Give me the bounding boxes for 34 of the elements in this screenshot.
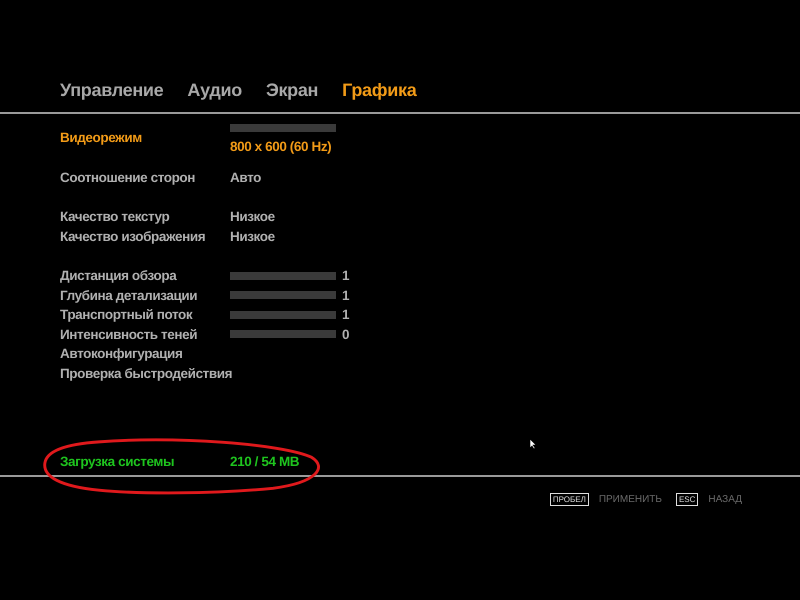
- slider-track[interactable]: [230, 272, 336, 280]
- setting-label[interactable]: Автоконфигурация: [60, 344, 230, 364]
- slider-track[interactable]: [230, 124, 336, 132]
- key-cap: ПРОБЕЛ: [550, 493, 589, 506]
- setting-label[interactable]: Дистанция обзора: [60, 266, 230, 286]
- system-load-value: 210 / 54 MB: [230, 453, 300, 471]
- tab[interactable]: Экран: [266, 78, 318, 112]
- slider-value: 1: [342, 286, 350, 304]
- slider-value: 1: [342, 306, 350, 324]
- setting-label[interactable]: Видеорежим: [60, 128, 230, 148]
- setting-value: Авто: [230, 168, 261, 186]
- slider-track[interactable]: [230, 310, 336, 319]
- mouse-cursor-icon: [529, 438, 537, 450]
- hint-button[interactable]: ПРИМЕНИТЬ: [598, 494, 662, 505]
- tab[interactable]: Графика: [342, 78, 416, 112]
- setting-value: Низкое: [230, 228, 275, 246]
- setting-label[interactable]: Интенсивность теней: [60, 324, 230, 344]
- slider-value: 1: [342, 267, 350, 285]
- setting-value: 800 x 600 (60 Hz): [230, 139, 332, 156]
- slider-value: 0: [342, 326, 350, 344]
- setting-label[interactable]: Проверка быстродействия: [60, 364, 232, 383]
- setting-label[interactable]: Качество изображения: [60, 226, 230, 246]
- setting-label[interactable]: Соотношение сторон: [60, 168, 230, 187]
- key-cap: ESC: [676, 493, 698, 506]
- tab[interactable]: Управление: [60, 78, 164, 112]
- setting-label[interactable]: Глубина детализации: [60, 286, 230, 305]
- slider-track[interactable]: [230, 291, 336, 300]
- setting-label[interactable]: Транспортный поток: [60, 305, 230, 324]
- hint-button[interactable]: НАЗАД: [708, 494, 742, 505]
- system-load-label: Загрузка системы: [60, 453, 176, 471]
- setting-label[interactable]: Качество текстур: [60, 207, 230, 226]
- slider-track[interactable]: [230, 330, 336, 338]
- setting-value: Низкое: [230, 208, 275, 226]
- tab[interactable]: Аудио: [187, 78, 242, 112]
